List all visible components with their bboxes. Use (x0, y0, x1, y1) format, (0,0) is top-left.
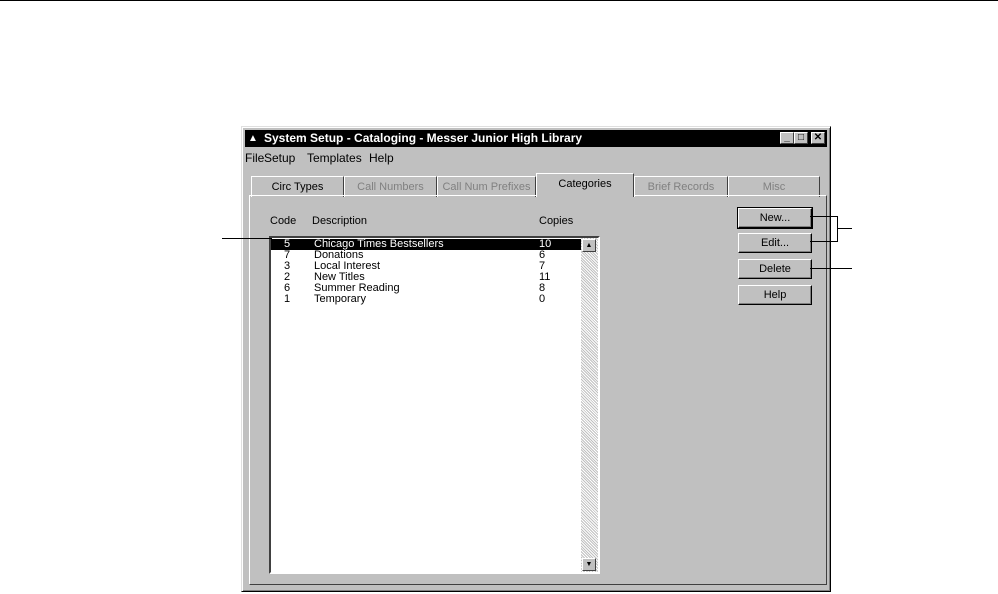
categories-list[interactable]: 5 Chicago Times Bestsellers 10 7 Donatio… (269, 236, 600, 574)
callout-line-list (222, 238, 272, 239)
callout-line-edit (810, 241, 838, 242)
tab-call-num-prefixes[interactable]: Call Num Prefixes (437, 176, 536, 197)
list-item-copies: 0 (539, 293, 546, 305)
callout-line-new (810, 216, 838, 217)
menu-help[interactable]: Help (369, 151, 394, 165)
vertical-scrollbar[interactable]: ▲ ▼ (581, 238, 598, 572)
maximize-button[interactable]: □ (794, 132, 808, 144)
tab-misc[interactable]: Misc (728, 176, 820, 197)
callout-line-delete (810, 268, 852, 269)
close-button[interactable]: ✕ (811, 132, 825, 144)
list-item-code: 1 (284, 293, 291, 305)
column-header-description: Description (312, 215, 368, 227)
callout-bracket (837, 216, 838, 242)
callout-line-new-edit (837, 228, 852, 229)
menu-templates[interactable]: Templates (307, 151, 362, 165)
menu-setup[interactable]: Setup (264, 151, 295, 165)
tab-circ-types[interactable]: Circ Types (251, 176, 344, 197)
tab-call-numbers[interactable]: Call Numbers (344, 176, 437, 197)
window-title: System Setup - Cataloging - Messer Junio… (264, 131, 583, 145)
list-item-description: Temporary (314, 293, 366, 305)
list-item[interactable]: 1 Temporary 0 (271, 294, 581, 305)
top-rule (0, 0, 998, 1)
edit-button[interactable]: Edit... (738, 233, 812, 253)
scroll-down-arrow-icon[interactable]: ▼ (582, 558, 596, 571)
title-bar[interactable]: ▲ System Setup - Cataloging - Messer Jun… (245, 130, 827, 147)
column-header-code: Code (270, 215, 297, 227)
minimize-button[interactable]: _ (780, 132, 794, 144)
help-button[interactable]: Help (738, 285, 812, 305)
new-button[interactable]: New... (737, 207, 813, 229)
delete-button[interactable]: Delete (738, 259, 812, 279)
tab-categories[interactable]: Categories (536, 173, 634, 197)
system-setup-window: ▲ System Setup - Cataloging - Messer Jun… (241, 126, 831, 592)
menu-file[interactable]: File (245, 151, 264, 165)
scroll-up-arrow-icon[interactable]: ▲ (582, 239, 596, 252)
column-header-copies: Copies (539, 215, 574, 227)
app-icon: ▲ (248, 133, 258, 144)
tab-brief-records[interactable]: Brief Records (634, 176, 728, 197)
